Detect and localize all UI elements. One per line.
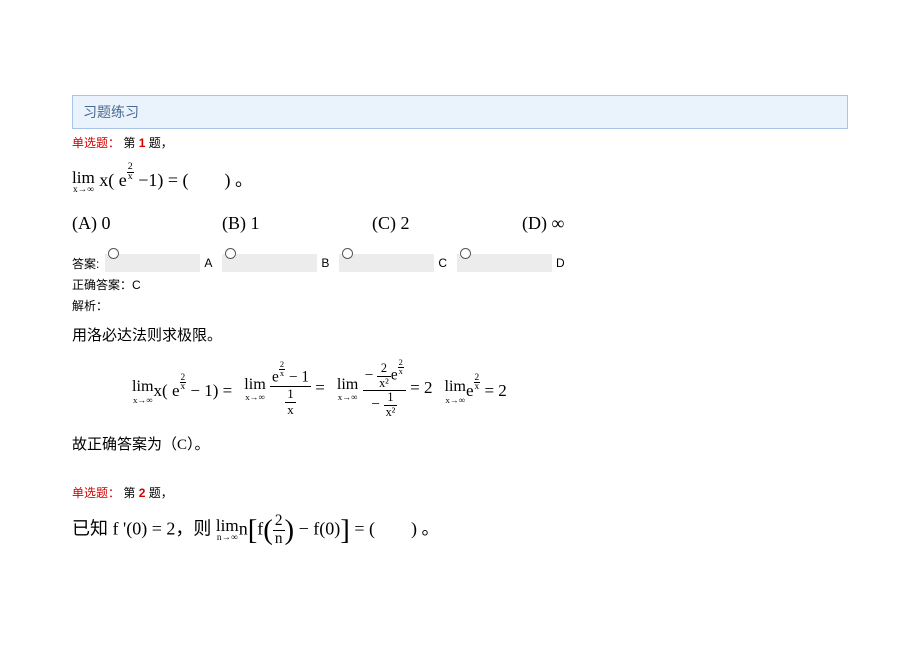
limit-symbol: lim x→∞ — [244, 377, 266, 402]
fraction: e2x − 1 1x — [270, 361, 311, 417]
fraction: 2n — [273, 513, 285, 548]
limit-symbol: lim x→∞ — [337, 377, 359, 402]
section-title: 习题练习 — [83, 104, 139, 120]
exp-fraction: 2x — [127, 163, 134, 182]
correct-answer-label: 正确答案： — [72, 278, 132, 292]
question-number: 1 — [139, 136, 146, 150]
solution-label: 解析： — [72, 297, 848, 314]
radio-icon — [225, 248, 236, 259]
question-2-label: 单选题： 第 2 题， — [72, 484, 848, 501]
choice-a: (A) 0 — [72, 213, 222, 234]
choice-c: (C) 2 — [372, 213, 522, 234]
question-type: 单选题： — [72, 136, 120, 150]
question-prefix: 第 — [123, 136, 138, 150]
section-header: 习题练习 — [72, 95, 848, 129]
answer-option-a[interactable]: A — [105, 254, 212, 272]
choice-d: (D) ∞ — [522, 213, 672, 234]
answer-letter-d: D — [556, 256, 565, 270]
question-2-expression: 已知 f '(0) = 2，则 lim n→∞ n[f(2n) − f(0)] … — [72, 513, 848, 548]
question-2: 单选题： 第 2 题， 已知 f '(0) = 2，则 lim n→∞ n[f(… — [72, 484, 848, 548]
answer-letter-a: A — [204, 256, 212, 270]
limit-symbol: lim x→∞ — [132, 379, 154, 404]
fraction: − 2x²e2x − 1x² — [363, 359, 406, 419]
question-number: 2 — [139, 486, 146, 500]
question-prefix: 第 — [123, 486, 138, 500]
question-1-expression: lim x→∞ x( e2x −1) = ( ) 。 — [72, 163, 848, 195]
limit-symbol: lim x→∞ — [72, 169, 95, 196]
question-type: 单选题： — [72, 486, 120, 500]
bracket-open: [ — [248, 514, 258, 546]
question-suffix: 题， — [149, 136, 173, 150]
radio-icon — [460, 248, 471, 259]
answer-row: 答案: A B C D — [72, 254, 848, 272]
solution-text: 用洛必达法则求极限。 — [72, 324, 848, 345]
q2-pre: 已知 f '(0) = 2，则 — [72, 518, 211, 538]
expr-left: x( e — [99, 170, 126, 190]
solution-conclusion: 故正确答案为（C）。 — [72, 433, 848, 454]
bracket-close: ] — [340, 514, 350, 546]
limit-symbol: lim x→∞ — [444, 379, 466, 404]
correct-answer-value: C — [132, 278, 141, 292]
radio-icon — [108, 248, 119, 259]
paren-open: ( — [263, 514, 273, 546]
choices-row: (A) 0 (B) 1 (C) 2 (D) ∞ — [72, 213, 848, 234]
correct-answer-line: 正确答案：C — [72, 276, 848, 293]
answer-option-c[interactable]: C — [339, 254, 447, 272]
choice-b: (B) 1 — [222, 213, 372, 234]
answer-option-b[interactable]: B — [222, 254, 329, 272]
question-1-label: 单选题： 第 1 题， — [72, 134, 848, 151]
answer-label: 答案: — [72, 255, 99, 272]
question-suffix: 题， — [149, 486, 173, 500]
limit-symbol: lim n→∞ — [216, 517, 239, 544]
radio-icon — [342, 248, 353, 259]
solution-math: lim x→∞ x( e2x − 1) = lim x→∞ e2x − 1 1x… — [132, 359, 848, 419]
answer-option-d[interactable]: D — [457, 254, 565, 272]
question-1: 单选题： 第 1 题， lim x→∞ x( e2x −1) = ( ) 。 (… — [72, 134, 848, 454]
answer-letter-b: B — [321, 256, 329, 270]
expr-right: −1) = ( ) 。 — [134, 170, 253, 190]
paren-close: ) — [285, 514, 295, 546]
answer-letter-c: C — [438, 256, 447, 270]
